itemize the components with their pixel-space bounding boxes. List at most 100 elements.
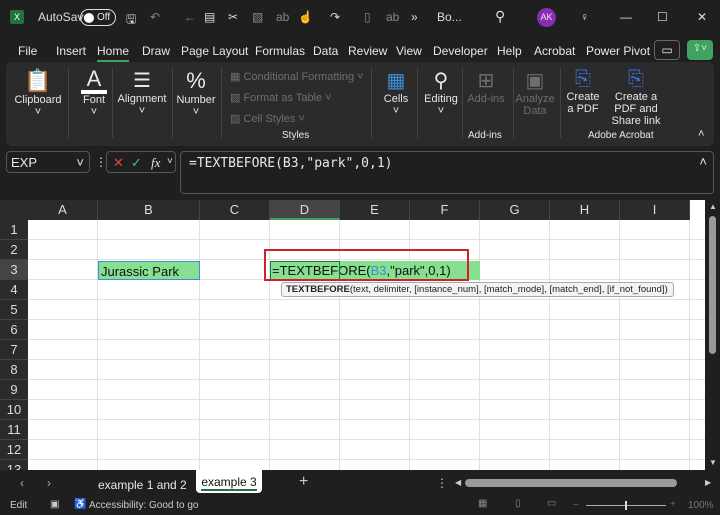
cell-styles-button[interactable]: ▨ Cell Styles ˅ <box>230 112 305 125</box>
prev-sheet-icon[interactable]: ‹ <box>20 476 24 490</box>
zoom-out-button[interactable]: – <box>573 499 579 510</box>
image-icon[interactable]: ▧ <box>252 10 263 24</box>
number-button[interactable]: % Number ˅ <box>174 68 218 118</box>
tab-acrobat[interactable]: Acrobat <box>534 44 575 58</box>
close-icon[interactable]: ✕ <box>697 10 707 24</box>
add-sheet-button[interactable]: + <box>299 473 308 491</box>
cells-button[interactable]: ▦ Cells ˅ <box>374 68 418 117</box>
format-as-table-button[interactable]: ▧ Format as Table ˅ <box>230 91 332 104</box>
chevron-down-icon[interactable]: ˅ <box>167 156 173 167</box>
avatar[interactable]: AK <box>537 8 556 27</box>
row-header-6[interactable]: 6 <box>0 320 28 340</box>
clipboard-button[interactable]: 📋 Clipboard ˅ <box>10 68 66 118</box>
row-header-2[interactable]: 2 <box>0 240 28 260</box>
column-header-f[interactable]: F <box>410 200 480 220</box>
strikethrough-icon[interactable]: ab <box>386 10 399 24</box>
select-all-button[interactable] <box>0 200 28 220</box>
accessibility-icon[interactable]: ♿ <box>74 499 86 510</box>
sheet-tab-example-1-and-2[interactable]: example 1 and 2 <box>98 478 187 492</box>
save-icon[interactable]: 🖫 <box>126 10 136 31</box>
create-pdf-button[interactable]: ⎘ Create a PDF <box>562 68 604 115</box>
function-tooltip[interactable]: TEXTBEFORE(text, delimiter, [instance_nu… <box>281 282 674 297</box>
row-header-5[interactable]: 5 <box>0 300 28 320</box>
share-button[interactable]: ⇪˅ <box>687 40 713 60</box>
tab-insert[interactable]: Insert <box>56 44 86 58</box>
zoom-slider[interactable] <box>586 501 666 510</box>
maximize-icon[interactable]: ☐ <box>657 10 668 24</box>
column-header-a[interactable]: A <box>28 200 98 220</box>
scrollbar-thumb[interactable] <box>709 216 716 354</box>
row-header-10[interactable]: 10 <box>0 400 28 420</box>
more-options-icon[interactable]: ⋮ <box>436 476 448 490</box>
insert-function-button[interactable]: fx <box>151 155 160 171</box>
column-header-e[interactable]: E <box>340 200 410 220</box>
tab-page-layout[interactable]: Page Layout <box>181 44 248 58</box>
scroll-left-icon[interactable]: ◀ <box>455 478 461 487</box>
scroll-right-icon[interactable]: ▶ <box>705 478 711 487</box>
collapse-ribbon-icon[interactable]: ˄ <box>698 128 704 140</box>
cancel-icon[interactable]: ✕ <box>113 155 124 171</box>
normal-view-icon[interactable]: ▦ <box>478 498 487 509</box>
row-header-4[interactable]: 4 <box>0 280 28 300</box>
add-ins-button[interactable]: ⊞ Add-ins <box>464 68 508 105</box>
column-header-c[interactable]: C <box>200 200 270 220</box>
back-icon[interactable]: ← <box>184 10 196 24</box>
font-button[interactable]: A Font ˅ <box>72 68 116 118</box>
vertical-scrollbar[interactable]: ▲ ▼ <box>705 200 720 470</box>
tab-draw[interactable]: Draw <box>142 44 170 58</box>
tab-review[interactable]: Review <box>348 44 387 58</box>
tab-help[interactable]: Help <box>497 44 522 58</box>
column-header-d[interactable]: D <box>270 200 340 220</box>
column-header-i[interactable]: I <box>620 200 690 220</box>
column-header-b[interactable]: B <box>98 200 200 220</box>
name-box[interactable]: EXP ˅ <box>6 151 90 173</box>
tab-formulas[interactable]: Formulas <box>255 44 305 58</box>
tab-power-pivot[interactable]: Power Pivot <box>586 44 650 58</box>
zoom-level[interactable]: 100% <box>688 500 714 511</box>
page-break-view-icon[interactable]: ▭ <box>547 498 556 509</box>
redo-icon[interactable]: ↷ <box>330 10 340 24</box>
touch-mode-icon[interactable]: ☝ <box>298 10 313 24</box>
accessibility-status[interactable]: Accessibility: Good to go <box>89 500 199 511</box>
row-header-7[interactable]: 7 <box>0 340 28 360</box>
new-file-icon[interactable]: ▯ <box>364 10 371 24</box>
column-header-h[interactable]: H <box>550 200 620 220</box>
row-header-9[interactable]: 9 <box>0 380 28 400</box>
row-header-12[interactable]: 12 <box>0 440 28 460</box>
macro-record-icon[interactable]: ▣ <box>50 499 59 510</box>
search-icon[interactable]: ⚲ <box>495 8 505 25</box>
next-sheet-icon[interactable]: › <box>47 476 51 490</box>
analyze-data-button[interactable]: ▣ Analyze Data <box>514 68 556 117</box>
spreadsheet-grid[interactable]: ABCDEFGHI12345678910111213 Jurassic Park… <box>0 200 705 480</box>
tab-view[interactable]: View <box>396 44 422 58</box>
row-header-1[interactable]: 1 <box>0 220 28 240</box>
row-header-11[interactable]: 11 <box>0 420 28 440</box>
row-header-8[interactable]: 8 <box>0 360 28 380</box>
paste-icon[interactable]: ▤ <box>204 10 215 24</box>
enter-icon[interactable]: ✓ <box>131 155 142 171</box>
alignment-button[interactable]: ☰ Alignment ˅ <box>114 68 170 117</box>
cell-b3[interactable]: Jurassic Park <box>98 261 200 280</box>
expand-formula-icon[interactable]: ˄ <box>699 154 707 169</box>
column-header-g[interactable]: G <box>480 200 550 220</box>
zoom-in-button[interactable]: + <box>670 499 676 510</box>
tab-home[interactable]: Home <box>97 44 130 62</box>
page-layout-view-icon[interactable]: ▯ <box>515 498 521 509</box>
horizontal-scrollbar-thumb[interactable] <box>465 479 677 487</box>
lightbulb-icon[interactable]: ♀ <box>580 10 589 24</box>
cut-icon[interactable]: ✂ <box>228 10 238 24</box>
spelling-icon[interactable]: ab <box>276 10 289 24</box>
tab-file[interactable]: File <box>18 44 37 58</box>
minimize-icon[interactable]: — <box>620 10 632 24</box>
formula-input[interactable]: =TEXTBEFORE(B3,"park",0,1) ˄ <box>180 151 714 194</box>
sheet-tab-example-3[interactable]: example 3 <box>196 470 262 493</box>
autosave-toggle[interactable]: Off <box>80 9 116 26</box>
more-commands-icon[interactable]: » <box>411 10 418 24</box>
tab-developer[interactable]: Developer <box>433 44 488 58</box>
comments-button[interactable]: ▭ <box>654 40 680 60</box>
conditional-formatting-button[interactable]: ▦ Conditional Formatting ˅ <box>230 70 364 83</box>
row-header-3[interactable]: 3 <box>0 260 28 280</box>
editing-button[interactable]: ⚲ Editing ˅ <box>418 68 464 117</box>
tab-data[interactable]: Data <box>313 44 338 58</box>
undo-icon[interactable]: ↶ <box>150 10 160 24</box>
